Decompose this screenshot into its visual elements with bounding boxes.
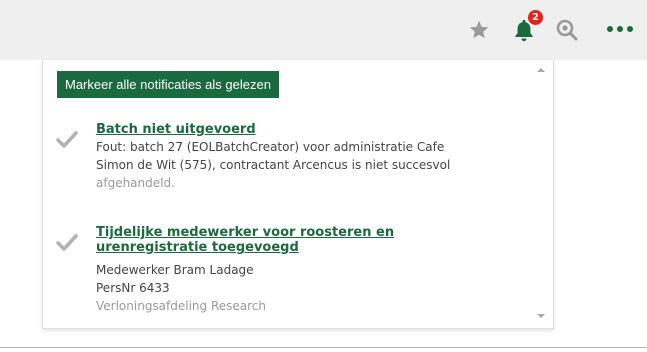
notification-line: afgehandeld. xyxy=(96,176,175,190)
star-icon[interactable] xyxy=(466,17,492,43)
notification-title[interactable]: Batch niet uitgevoerd xyxy=(96,122,436,137)
divider xyxy=(0,347,647,348)
mark-all-read-button[interactable]: Markeer alle notificaties als gelezen xyxy=(57,71,279,98)
notification-line: Simon de Wit (575), contractant Arcencus… xyxy=(96,158,451,172)
notification-line: PersNr 6433 xyxy=(96,281,170,295)
scroll-up-arrow[interactable] xyxy=(537,68,545,72)
notification-count-badge: 2 xyxy=(528,10,543,25)
check-icon[interactable] xyxy=(56,233,78,251)
notifications-panel: Markeer alle notificaties als gelezen Ba… xyxy=(42,60,554,329)
notification-line: Verloningsafdeling Research xyxy=(96,299,267,313)
notification-line: Medewerker Bram Ladage xyxy=(96,263,254,277)
search-icon[interactable] xyxy=(554,17,580,43)
check-icon[interactable] xyxy=(56,130,78,148)
notification-title-line: Tijdelijke medewerker voor roosteren en xyxy=(96,225,395,240)
notification-title-line: urenregistratie toegevoegd xyxy=(96,240,299,255)
notification-line: Fout: batch 27 (EOLBatchCreator) voor ad… xyxy=(96,140,445,154)
more-icon[interactable] xyxy=(603,16,637,42)
notification-title[interactable]: Tijdelijke medewerker voor roosteren en … xyxy=(96,225,436,255)
notification-body: Medewerker Bram Ladage PersNr 6433 Verlo… xyxy=(96,261,526,315)
top-toolbar: 2 xyxy=(0,0,647,60)
scroll-down-arrow[interactable] xyxy=(537,314,545,318)
notification-body: Fout: batch 27 (EOLBatchCreator) voor ad… xyxy=(96,138,526,192)
